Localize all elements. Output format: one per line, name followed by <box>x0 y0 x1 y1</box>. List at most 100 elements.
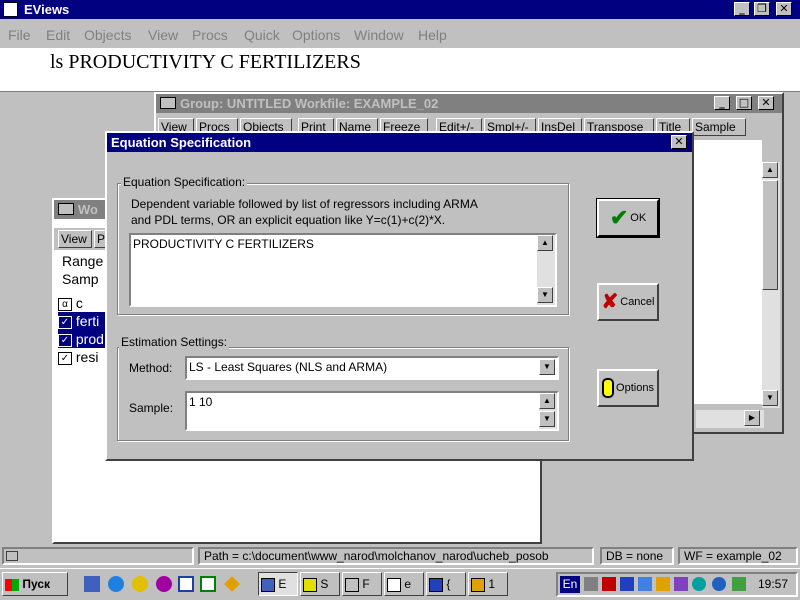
language-indicator[interactable]: En <box>560 576 580 593</box>
cross-icon: ✘ <box>601 291 619 313</box>
list-item[interactable]: ✓ ferti <box>58 312 108 330</box>
close-button[interactable]: ✕ <box>776 2 792 16</box>
list-item-label: c <box>75 295 83 311</box>
options-button[interactable]: Options <box>597 369 659 407</box>
task-label: 1 <box>488 577 496 591</box>
volume-icon[interactable] <box>584 577 598 591</box>
list-item-label: prod <box>75 331 104 347</box>
tray-icon-1[interactable] <box>602 577 616 591</box>
list-item-label: resi <box>75 349 99 365</box>
db-panel: DB = none <box>600 547 674 565</box>
ok-button[interactable]: ✔ OK <box>597 199 659 237</box>
status-indicator <box>6 551 18 561</box>
group-vscroll[interactable]: ▲ ▼ <box>762 162 780 408</box>
status-message-panel <box>2 547 194 565</box>
equation-input[interactable]: PRODUCTIVITY C FERTILIZERS ▲ ▼ <box>129 233 557 307</box>
task-5[interactable]: { <box>426 572 466 596</box>
start-button[interactable]: Пуск <box>2 572 68 596</box>
task-icon <box>429 577 443 592</box>
menu-file[interactable]: File <box>8 24 31 46</box>
menu-window[interactable]: Window <box>354 24 404 46</box>
word-icon[interactable] <box>178 576 194 592</box>
workfile-view-button[interactable]: View <box>58 230 92 248</box>
menu-options[interactable]: Options <box>292 24 340 46</box>
group-scroll-down-button[interactable]: ▼ <box>762 390 778 406</box>
quicklaunch-icon-3[interactable] <box>132 576 148 592</box>
menu-bar: File Edit Objects View Procs Quick Optio… <box>0 24 800 46</box>
menu-help[interactable]: Help <box>418 24 447 46</box>
quicklaunch-icon-4[interactable] <box>156 576 172 592</box>
equation-vscroll[interactable]: ▲ ▼ <box>537 235 555 305</box>
menu-objects[interactable]: Objects <box>84 24 131 46</box>
options-label: Options <box>616 382 654 394</box>
menu-quick[interactable]: Quick <box>244 24 280 46</box>
group-icon <box>160 97 176 109</box>
status-bar: Path = c:\document\www_narod\molchanov_n… <box>0 545 800 567</box>
chevron-down-icon[interactable]: ▼ <box>539 359 555 375</box>
eviews-task-icon <box>261 577 275 592</box>
quick-launch <box>80 574 248 594</box>
group-minimize-button[interactable]: _ <box>714 96 730 110</box>
command-text: ls PRODUCTIVITY C FERTILIZERS <box>50 51 361 73</box>
group-scroll-up-button[interactable]: ▲ <box>762 162 778 178</box>
command-window[interactable]: ls PRODUCTIVITY C FERTILIZERS <box>0 48 800 92</box>
sample-vscroll[interactable]: ▲ ▼ <box>539 393 557 429</box>
menu-edit[interactable]: Edit <box>46 24 70 46</box>
spec-description-1: Dependent variable followed by list of r… <box>131 197 478 211</box>
ie-icon[interactable] <box>108 576 124 592</box>
workfile-icon <box>58 203 74 215</box>
restore-button[interactable]: ❐ <box>754 2 770 16</box>
list-item[interactable]: ✓ resi <box>58 348 108 366</box>
series-icon: ✓ <box>58 333 72 347</box>
tray-icon-2[interactable] <box>620 577 634 591</box>
group-sample-button[interactable]: Sample <box>692 118 746 136</box>
sample-input[interactable]: 1 10 ▲ ▼ <box>185 391 559 431</box>
list-item[interactable]: α c <box>58 294 108 312</box>
windows-logo-icon <box>5 578 19 591</box>
tray-icon-3[interactable] <box>638 577 652 591</box>
group-scroll-right-button[interactable]: ▶ <box>744 410 760 426</box>
workfile-info: Range Samp <box>58 252 108 290</box>
group-close-button[interactable]: ✕ <box>758 96 774 110</box>
method-value: LS - Least Squares (NLS and ARMA) <box>189 360 388 374</box>
tray-icon-7[interactable] <box>712 577 726 591</box>
task-2[interactable]: S <box>300 572 340 596</box>
menu-procs[interactable]: Procs <box>192 24 228 46</box>
clock[interactable]: 19:57 <box>758 577 788 592</box>
tray-icon-8[interactable] <box>732 577 746 591</box>
dialog-titlebar: Equation Specification ✕ <box>107 133 692 152</box>
app-title: EViews <box>24 2 70 17</box>
task-icon <box>303 577 317 592</box>
tray-icon-5[interactable] <box>674 577 688 591</box>
task-icon <box>471 577 485 592</box>
options-icon <box>602 378 615 398</box>
equation-scroll-down-button[interactable]: ▼ <box>537 287 553 303</box>
list-item-label: ferti <box>75 313 100 329</box>
group-scroll-thumb[interactable] <box>762 180 778 290</box>
task-eviews[interactable]: E <box>258 572 298 596</box>
tray-icon-6[interactable] <box>692 577 706 591</box>
quicklaunch-icon-7[interactable] <box>224 576 240 592</box>
task-label: E <box>278 577 287 591</box>
excel-icon[interactable] <box>200 576 216 592</box>
quicklaunch-icon-1[interactable] <box>84 576 100 592</box>
dialog-close-button[interactable]: ✕ <box>671 135 687 149</box>
minimize-button[interactable]: _ <box>734 2 750 16</box>
menu-view[interactable]: View <box>148 24 178 46</box>
list-item[interactable]: ✓ prod <box>58 330 108 348</box>
task-3[interactable]: F <box>342 572 382 596</box>
equation-scroll-up-button[interactable]: ▲ <box>537 235 553 251</box>
wf-panel: WF = example_02 <box>678 547 798 565</box>
task-4[interactable]: e <box>384 572 424 596</box>
sample-label: Sample: <box>129 401 174 415</box>
cancel-button[interactable]: ✘ Cancel <box>597 283 659 321</box>
settings-group-label: Estimation Settings: <box>119 335 230 349</box>
tray-icon-4[interactable] <box>656 577 670 591</box>
group-maximize-button[interactable]: □ <box>736 96 752 110</box>
task-6[interactable]: 1 <box>468 572 508 596</box>
sample-scroll-up-button[interactable]: ▲ <box>539 393 555 409</box>
path-panel: Path = c:\document\www_narod\molchanov_n… <box>198 547 594 565</box>
group-hscroll[interactable]: ▶ <box>696 410 764 428</box>
sample-scroll-down-button[interactable]: ▼ <box>539 411 555 427</box>
method-select[interactable]: LS - Least Squares (NLS and ARMA) ▼ <box>185 356 559 380</box>
